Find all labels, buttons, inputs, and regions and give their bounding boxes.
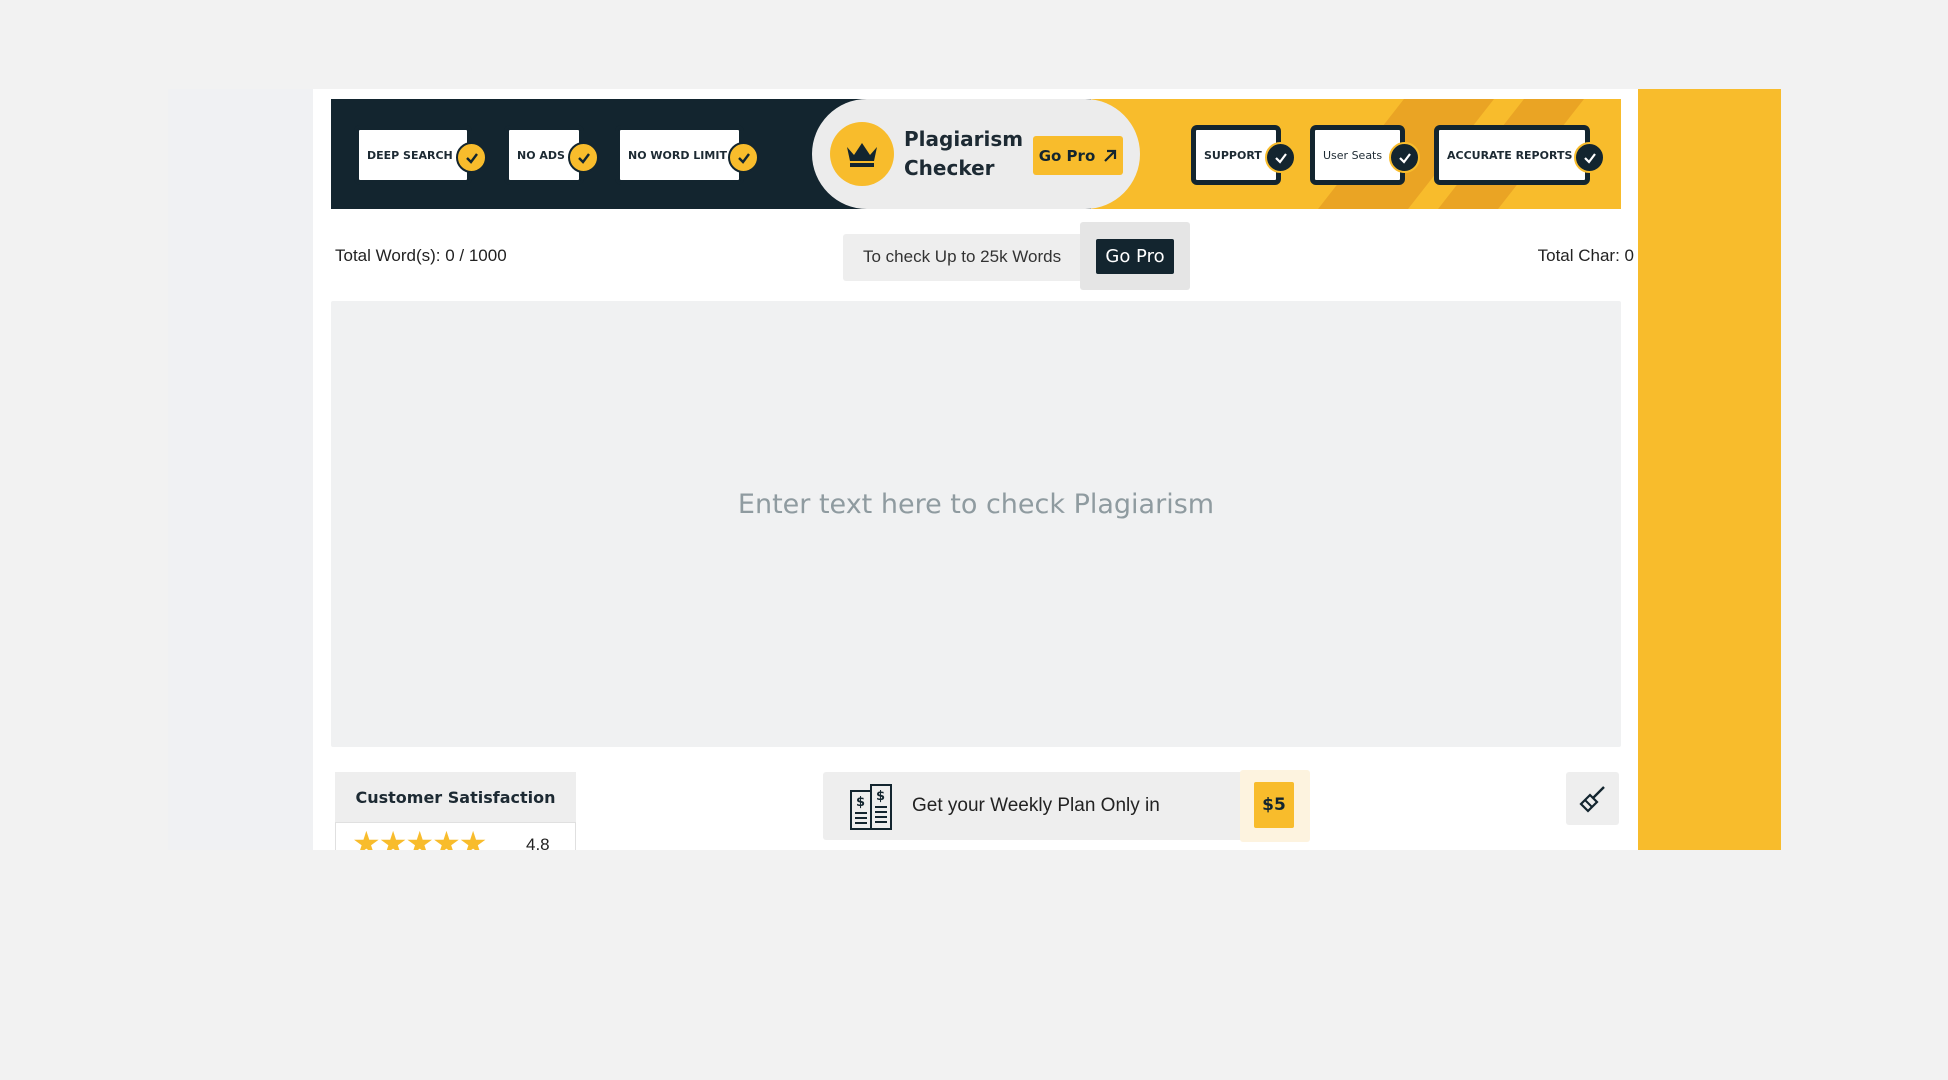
feature-user-seats: User Seats [1313, 128, 1420, 182]
product-title-line2: Checker [904, 156, 995, 180]
go-pro-banner-button[interactable]: Go Pro [1033, 136, 1123, 175]
svg-text:$: $ [876, 789, 885, 804]
check-icon [1265, 142, 1296, 173]
customer-satisfaction: Customer Satisfaction ★★★★★ 4.8 [335, 772, 576, 850]
price-button[interactable]: $5 [1254, 782, 1294, 828]
left-gutter [168, 89, 313, 850]
product-pill: Plagiarism Checker Go Pro [812, 99, 1140, 209]
brush-icon [1578, 785, 1605, 813]
check-icon [728, 142, 759, 173]
go-pro-button[interactable]: Go Pro [1096, 239, 1174, 274]
promo-banner[interactable]: DEEP SEARCH NO ADS NO WORD LIMIT Plagiar… [331, 99, 1621, 209]
receipt-dollar-icon: $ $ [849, 783, 893, 836]
rating-value: 4.8 [526, 835, 550, 850]
right-ad-panel [1638, 89, 1781, 850]
star-icon: ★★★★★ [352, 825, 487, 850]
weekly-plan-box[interactable]: $ $ Get your Weekly Plan Only in $5 [823, 770, 1310, 842]
word-count: Total Word(s): 0 / 1000 [335, 246, 507, 265]
text-input-area[interactable]: Enter text here to check Plagiarism [331, 301, 1621, 747]
go-pro-label: Go Pro [1038, 146, 1096, 165]
feature-label: DEEP SEARCH [367, 148, 453, 162]
feature-no-word-limit: NO WORD LIMIT [618, 128, 759, 182]
satisfaction-title: Customer Satisfaction [355, 787, 556, 807]
main-content: DEEP SEARCH NO ADS NO WORD LIMIT Plagiar… [313, 89, 1640, 850]
feature-label: NO WORD LIMIT [628, 148, 727, 162]
price-wrap: $5 [1240, 770, 1310, 842]
upsell-button-wrap: Go Pro [1080, 222, 1190, 290]
check-icon [1389, 142, 1420, 173]
char-count: Total Char: 0 [1537, 246, 1634, 265]
feature-deep-search: DEEP SEARCH [357, 128, 487, 182]
page-frame: DEEP SEARCH NO ADS NO WORD LIMIT Plagiar… [168, 89, 1781, 850]
feature-label: SUPPORT [1204, 148, 1262, 162]
product-title: Plagiarism Checker [904, 125, 1034, 183]
check-icon [456, 142, 487, 173]
check-icon [1574, 142, 1605, 173]
feature-label: NO ADS [517, 148, 565, 162]
check-icon [568, 142, 599, 173]
feature-accurate-reports: ACCURATE REPORTS [1437, 128, 1605, 182]
feature-label: ACCURATE REPORTS [1447, 148, 1573, 162]
upsell-text: To check Up to 25k Words [863, 247, 1062, 266]
feature-support: SUPPORT [1194, 128, 1296, 182]
product-title-line1: Plagiarism [904, 127, 1024, 151]
arrow-up-right-icon [1104, 149, 1117, 162]
crown-icon [830, 122, 894, 186]
weekly-plan-text: Get your Weekly Plan Only in [912, 795, 1160, 816]
feature-label: User Seats [1323, 148, 1383, 162]
feature-no-ads: NO ADS [507, 128, 599, 182]
rating-box: ★★★★★ 4.8 [335, 822, 576, 850]
svg-text:$: $ [856, 795, 865, 810]
text-placeholder: Enter text here to check Plagiarism [737, 488, 1215, 520]
upsell-box: To check Up to 25k Words Go Pro [843, 222, 1190, 290]
clear-text-button[interactable] [1566, 772, 1619, 825]
